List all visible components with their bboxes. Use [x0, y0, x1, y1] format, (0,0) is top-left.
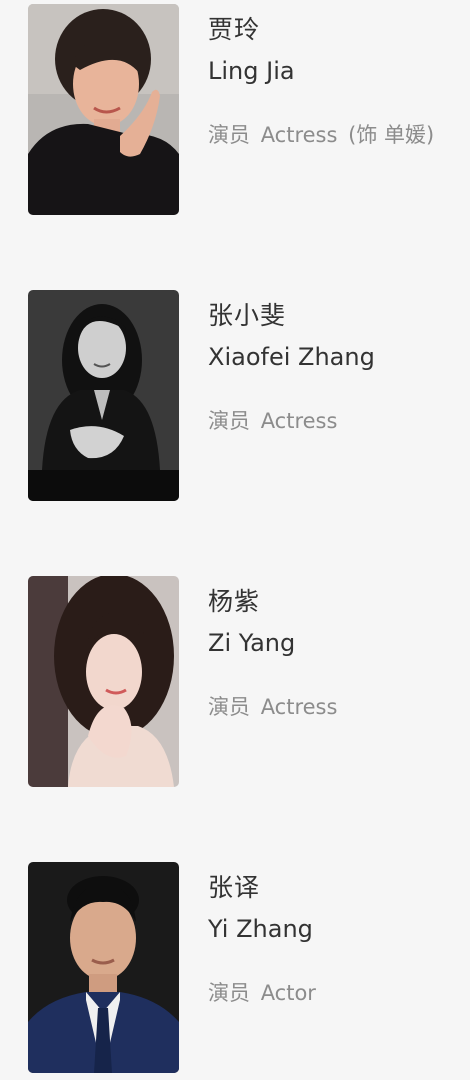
role-chinese: 演员 [208, 981, 250, 1005]
name-chinese: 杨紫 [208, 587, 261, 616]
role-chinese: 演员 [208, 695, 250, 719]
name-chinese: 张译 [208, 873, 261, 902]
role-english: Actress [260, 409, 338, 433]
portrait-photo[interactable] [28, 862, 179, 1073]
role-english: Actor [260, 981, 316, 1005]
portrait-photo[interactable] [28, 290, 179, 501]
role-label: 演员 Actress (饰 单媛) [208, 119, 434, 149]
cast-card[interactable]: 贾玲 Ling Jia 演员 Actress (饰 单媛) [0, 4, 470, 219]
role-english: Actress [260, 695, 338, 719]
role-chinese: 演员 [208, 123, 250, 147]
cast-card[interactable]: 张译 Yi Zhang 演员 Actor [0, 862, 470, 1077]
portrait-icon [28, 862, 179, 1073]
role-label: 演员 Actor [208, 977, 320, 1007]
portrait-photo[interactable] [28, 4, 179, 215]
role-label: 演员 Actress [208, 405, 341, 435]
portrait-photo[interactable] [28, 576, 179, 787]
name-english: Zi Yang [208, 629, 296, 657]
name-english: Ling Jia [208, 57, 295, 85]
name-english: Xiaofei Zhang [208, 343, 375, 371]
portrait-icon [28, 290, 179, 501]
name-chinese: 张小斐 [208, 301, 287, 330]
role-note: (饰 单媛) [348, 123, 435, 147]
cast-card[interactable]: 杨紫 Zi Yang 演员 Actress [0, 576, 470, 791]
portrait-icon [28, 4, 179, 215]
name-english: Yi Zhang [208, 915, 313, 943]
role-english: Actress [260, 123, 338, 147]
cast-list: 贾玲 Ling Jia 演员 Actress (饰 单媛) 张小斐 Xiaofe… [0, 0, 470, 1080]
portrait-icon [28, 576, 179, 787]
cast-card[interactable]: 张小斐 Xiaofei Zhang 演员 Actress [0, 290, 470, 505]
role-chinese: 演员 [208, 409, 250, 433]
role-label: 演员 Actress [208, 691, 341, 721]
name-chinese: 贾玲 [208, 15, 261, 44]
